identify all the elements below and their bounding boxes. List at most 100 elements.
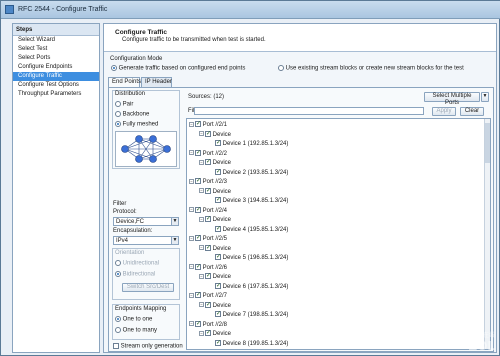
- distribution-pair-option[interactable]: Pair: [115, 101, 133, 108]
- tree-expand-icon: −: [199, 245, 204, 251]
- tree-device-group-node[interactable]: − Device: [199, 158, 231, 167]
- chevron-down-icon: ▼: [171, 218, 178, 225]
- protocol-value: Device,FC: [116, 219, 145, 225]
- chevron-down-icon: ▼: [171, 237, 178, 244]
- sources-column: Sources: (12) Select Multiple Ports ▼ Fi…: [182, 88, 493, 351]
- app-icon: [5, 5, 14, 14]
- tree-device-node[interactable]: − Device 5 (196.85.1.3/24): [209, 253, 288, 262]
- tree-node-label: Device: [212, 245, 232, 252]
- tree-device-node[interactable]: − Device 7 (198.85.1.3/24): [209, 310, 288, 319]
- tree-node-label: Device: [212, 274, 232, 280]
- switch-src-dest-button[interactable]: Switch Src/Dest: [122, 283, 174, 292]
- tree-port-node[interactable]: − Port //2/5: [189, 234, 227, 243]
- protocol-label: Protocol:: [113, 209, 137, 215]
- steps-list: Select Wizard Select Test Select Ports Conf…: [13, 36, 99, 99]
- encapsulation-select[interactable]: IPv4 ▼: [113, 236, 179, 245]
- tree-port-node[interactable]: − Port //2/1: [189, 120, 228, 129]
- chevron-down-icon[interactable]: ▼: [481, 92, 489, 102]
- tree-device-node[interactable]: − Device 2 (193.85.1.3/24): [209, 168, 289, 177]
- tree-device-group-node[interactable]: − Device: [199, 215, 231, 224]
- checkbox-icon: [205, 272, 211, 280]
- tree-port-node[interactable]: − Port //2/8: [189, 320, 227, 329]
- mapping-one-to-one-option[interactable]: One to one: [115, 316, 152, 323]
- wizard-window: RFC 2544 - Configure Traffic Steps Selec…: [0, 0, 500, 356]
- protocol-select[interactable]: Device,FC ▼: [113, 217, 179, 226]
- main-panel: Configure Traffic Configure traffic to b…: [103, 23, 497, 353]
- tree-expand-icon: −: [189, 264, 194, 270]
- tree-port-node[interactable]: − Port //2/2: [189, 149, 227, 158]
- sources-filter-input[interactable]: [194, 107, 424, 115]
- orientation-unidirectional-option[interactable]: Unidirectional: [115, 260, 159, 267]
- tree-device-group-node[interactable]: − Device: [199, 244, 232, 253]
- scrollbar-thumb[interactable]: [485, 123, 490, 163]
- apply-button[interactable]: Apply: [432, 107, 456, 116]
- sources-count-label: Sources: (12): [188, 94, 225, 100]
- tree-node-label: Device 8 (199.85.1.3/24): [222, 340, 289, 347]
- step-item[interactable]: Configure Traffic: [13, 72, 99, 81]
- distribution-fully-meshed-option[interactable]: Fully meshed: [115, 121, 158, 128]
- tab-ip-header[interactable]: IP Header: [141, 77, 172, 87]
- option-label: Bidirectional: [122, 271, 156, 278]
- stream-only-generation-checkbox[interactable]: Stream only generation: [113, 343, 183, 350]
- tree-expand-icon: −: [189, 207, 194, 213]
- checkbox-icon: [205, 244, 211, 252]
- step-item[interactable]: Configure Test Options: [13, 81, 99, 90]
- radio-icon: [115, 327, 121, 333]
- checkbox-icon: [195, 234, 201, 242]
- checkbox-icon: [195, 149, 201, 157]
- tree-node-label: Port //2/4: [202, 207, 228, 214]
- tab-end-points[interactable]: End Points: [108, 77, 141, 87]
- tree-port-node[interactable]: − Port //2/6: [189, 263, 227, 272]
- tree-scrollbar[interactable]: [484, 119, 490, 349]
- tree-port-node[interactable]: − Port //2/3: [189, 177, 227, 186]
- tree-node-label: Device: [212, 302, 232, 309]
- page-title: Configure Traffic: [115, 29, 168, 36]
- tree-device-group-node[interactable]: − Device: [199, 301, 232, 310]
- sources-tree[interactable]: − Port //2/1− Device− Device 1 (192.85.1…: [186, 118, 491, 350]
- tree-device-node[interactable]: − Device 3 (194.85.1.3/24): [209, 196, 288, 205]
- clear-button[interactable]: Clear: [460, 107, 484, 116]
- watermark-logo: ZOL: [468, 339, 495, 353]
- select-multiple-ports-button[interactable]: Select Multiple Ports: [424, 92, 480, 106]
- tree-node-label: Device: [212, 131, 232, 138]
- mapping-one-to-many-option[interactable]: One to many: [115, 327, 157, 334]
- radio-icon: [115, 271, 121, 277]
- tree-node-label: Device 2 (193.85.1.3/24): [222, 169, 289, 176]
- tree-expand-icon: −: [199, 159, 204, 165]
- tree-device-node[interactable]: − Device 1 (192.85.1.3/24): [209, 139, 288, 148]
- checkbox-icon: [195, 263, 201, 271]
- step-item[interactable]: Throughput Parameters: [13, 90, 99, 99]
- option-label: Unidirectional: [122, 260, 160, 267]
- tree-expand-icon: −: [189, 292, 194, 298]
- tree-device-group-node[interactable]: − Device: [199, 272, 232, 281]
- tree-node-label: Port //2/1: [202, 122, 228, 128]
- checkbox-icon: [215, 196, 221, 204]
- tree-expand-icon: −: [189, 321, 194, 327]
- step-item[interactable]: Select Ports: [13, 54, 99, 63]
- steps-panel: Steps Select Wizard Select Test Select Por…: [12, 23, 100, 353]
- radio-icon: [111, 65, 117, 71]
- tree-port-node[interactable]: − Port //2/7: [189, 291, 227, 300]
- distribution-backbone-option[interactable]: Backbone: [115, 111, 149, 118]
- tree-device-node[interactable]: − Device 8 (199.85.1.3/24): [209, 339, 289, 348]
- checkbox-icon: [195, 206, 201, 214]
- step-item[interactable]: Select Test: [13, 45, 99, 54]
- config-mode-option-label: Generate traffic based on configured end…: [118, 65, 246, 72]
- step-item[interactable]: Configure Endpoints: [13, 63, 99, 72]
- tree-device-group-node[interactable]: − Device: [199, 187, 231, 196]
- tree-expand-icon: −: [199, 216, 204, 222]
- tree-device-group-node[interactable]: − Device: [199, 329, 231, 338]
- tree-expand-icon: −: [199, 188, 204, 194]
- tree-device-node[interactable]: − Device 4 (195.85.1.3/24): [209, 225, 288, 234]
- checkbox-icon: [215, 225, 221, 233]
- checkbox-icon: [205, 215, 211, 223]
- step-item[interactable]: Select Wizard: [13, 36, 99, 45]
- config-mode-option-existing[interactable]: Use existing stream blocks or create new…: [278, 65, 464, 72]
- title-bar[interactable]: RFC 2544 - Configure Traffic: [1, 1, 500, 19]
- config-mode-option-generate[interactable]: Generate traffic based on configured end…: [111, 65, 245, 72]
- tree-port-node[interactable]: − Port //2/4: [189, 206, 228, 215]
- checkbox-icon: [205, 130, 211, 138]
- tree-device-node[interactable]: − Device 6 (197.85.1.3/24): [209, 282, 288, 291]
- orientation-bidirectional-option[interactable]: Bidirectional: [115, 271, 155, 278]
- tree-device-group-node[interactable]: − Device: [199, 130, 232, 139]
